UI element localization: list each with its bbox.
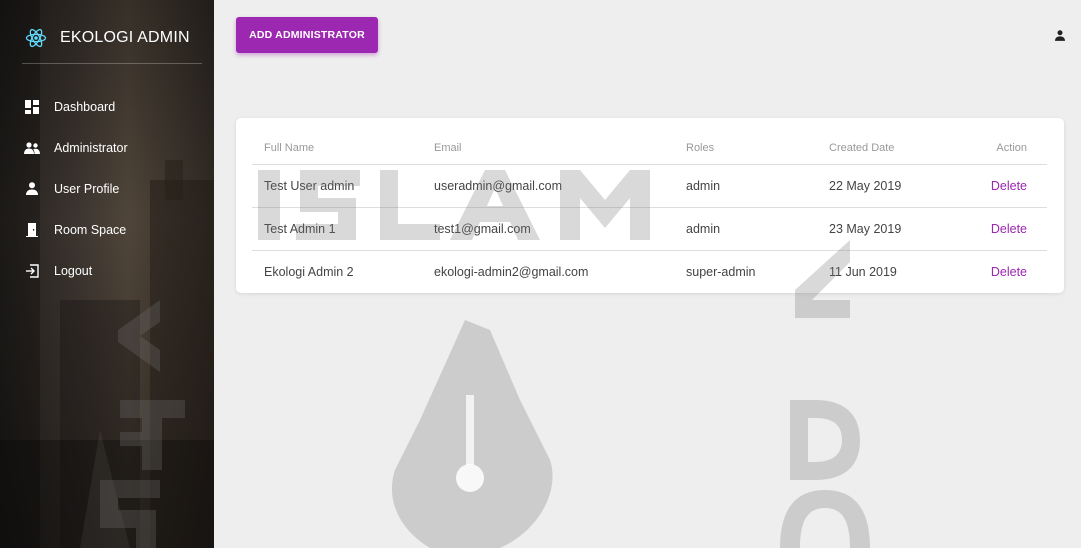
add-administrator-button[interactable]: ADD ADMINISTRATOR [236, 17, 378, 53]
cell-action: Delete [979, 250, 1047, 294]
brand-title: EKOLOGI ADMIN [60, 28, 190, 46]
cell-role: super-admin [686, 250, 829, 294]
table-row: Ekologi Admin 2 ekologi-admin2@gmail.com… [252, 250, 1047, 294]
cell-email: test1@gmail.com [434, 207, 686, 251]
react-atom-icon [22, 24, 50, 52]
column-header-action: Action [979, 118, 1047, 165]
cell-email: ekologi-admin2@gmail.com [434, 250, 686, 294]
cell-full-name: Ekologi Admin 2 [252, 250, 434, 294]
cell-role: admin [686, 207, 829, 251]
column-header-created-date: Created Date [829, 118, 979, 165]
cell-full-name: Test User admin [252, 164, 434, 208]
sidebar-nav: Dashboard Administrator User Profile Roo… [0, 86, 214, 291]
sidebar-item-room-space[interactable]: Room Space [0, 209, 214, 250]
cell-full-name: Test Admin 1 [252, 207, 434, 251]
dashboard-icon [24, 99, 40, 115]
cell-created-date: 23 May 2019 [829, 207, 979, 251]
table-row: Test User admin useradmin@gmail.com admi… [252, 164, 1047, 208]
column-header-full-name: Full Name [252, 118, 434, 165]
delete-link[interactable]: Delete [991, 222, 1027, 236]
cell-created-date: 11 Jun 2019 [829, 250, 979, 294]
sidebar-item-administrator[interactable]: Administrator [0, 127, 214, 168]
sidebar: EKOLOGI ADMIN Dashboard Administrator Us… [0, 0, 214, 548]
table-row: Test Admin 1 test1@gmail.com admin 23 Ma… [252, 207, 1047, 251]
door-icon [24, 222, 40, 238]
cell-action: Delete [979, 207, 1047, 251]
brand[interactable]: EKOLOGI ADMIN [22, 12, 202, 64]
sidebar-item-logout[interactable]: Logout [0, 250, 214, 291]
people-icon [24, 140, 40, 156]
user-account-icon[interactable] [1055, 28, 1067, 41]
sidebar-item-label: Administrator [54, 140, 128, 155]
table-header-row: Full Name Email Roles Created Date Actio… [252, 118, 1047, 165]
sidebar-item-label: Dashboard [54, 99, 116, 114]
main-content: ADD ADMINISTRATOR Full Name Email Roles … [214, 0, 1081, 548]
delete-link[interactable]: Delete [991, 179, 1027, 193]
column-header-email: Email [434, 118, 686, 165]
administrator-table-card: Full Name Email Roles Created Date Actio… [236, 118, 1064, 294]
sidebar-item-user-profile[interactable]: User Profile [0, 168, 214, 209]
column-header-roles: Roles [686, 118, 829, 165]
administrator-table: Full Name Email Roles Created Date Actio… [252, 118, 1047, 294]
person-icon [24, 181, 40, 197]
cell-action: Delete [979, 164, 1047, 208]
cell-role: admin [686, 164, 829, 208]
sidebar-item-label: Logout [54, 263, 93, 278]
cell-email: useradmin@gmail.com [434, 164, 686, 208]
logout-icon [24, 263, 40, 279]
sidebar-item-label: Room Space [54, 222, 127, 237]
cell-created-date: 22 May 2019 [829, 164, 979, 208]
sidebar-item-dashboard[interactable]: Dashboard [0, 86, 214, 127]
sidebar-item-label: User Profile [54, 181, 120, 196]
delete-link[interactable]: Delete [991, 265, 1027, 279]
